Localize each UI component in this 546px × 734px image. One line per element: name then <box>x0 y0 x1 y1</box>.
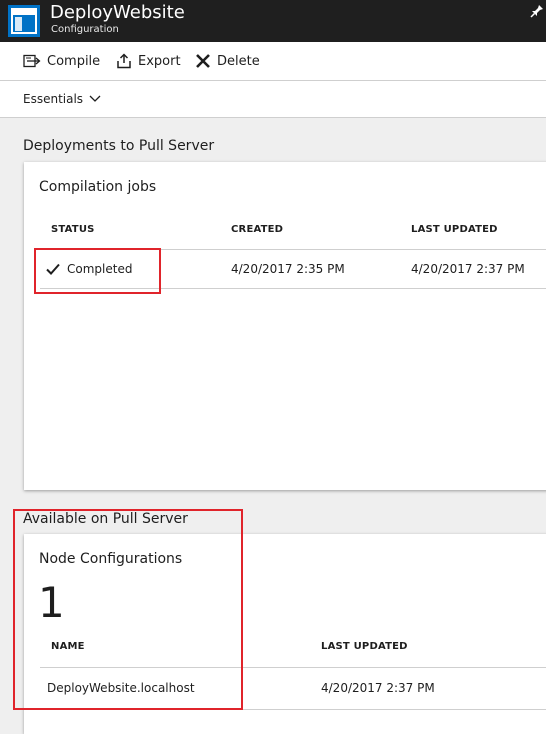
export-label: Export <box>138 53 181 69</box>
compilation-jobs-title: Compilation jobs <box>39 179 157 195</box>
export-button[interactable]: Export <box>116 42 181 80</box>
essentials-label: Essentials <box>23 92 84 106</box>
delete-icon <box>196 54 210 68</box>
delete-label: Delete <box>217 53 260 69</box>
blade-header: DeployWebsite Configuration <box>0 0 546 42</box>
compile-button[interactable]: Compile <box>23 42 100 80</box>
command-bar: Compile Export Delete <box>0 42 546 81</box>
column-header-last-updated: LAST UPDATED <box>411 224 498 235</box>
node-last-updated: 4/20/2017 2:37 PM <box>321 681 435 695</box>
export-icon <box>117 53 131 69</box>
essentials-toggle[interactable]: Essentials <box>0 81 546 118</box>
page-subtitle: Configuration <box>51 24 119 35</box>
delete-button[interactable]: Delete <box>195 42 260 80</box>
configuration-blade-icon <box>8 5 40 37</box>
status-highlight-box <box>34 248 161 294</box>
page-title: DeployWebsite <box>50 2 185 23</box>
column-header-created: CREATED <box>231 224 284 235</box>
job-last-updated: 4/20/2017 2:37 PM <box>411 262 525 276</box>
job-created: 4/20/2017 2:35 PM <box>231 262 345 276</box>
compilation-jobs-panel: Compilation jobs STATUS CREATED LAST UPD… <box>24 162 546 490</box>
column-header-last-updated: LAST UPDATED <box>321 641 408 652</box>
chevron-down-icon <box>89 95 101 102</box>
compile-icon <box>23 54 41 68</box>
pin-icon[interactable] <box>530 4 544 18</box>
compile-label: Compile <box>47 53 101 69</box>
deployments-section-title: Deployments to Pull Server <box>23 138 215 154</box>
available-highlight-box <box>13 509 243 710</box>
column-header-status: STATUS <box>51 224 95 235</box>
